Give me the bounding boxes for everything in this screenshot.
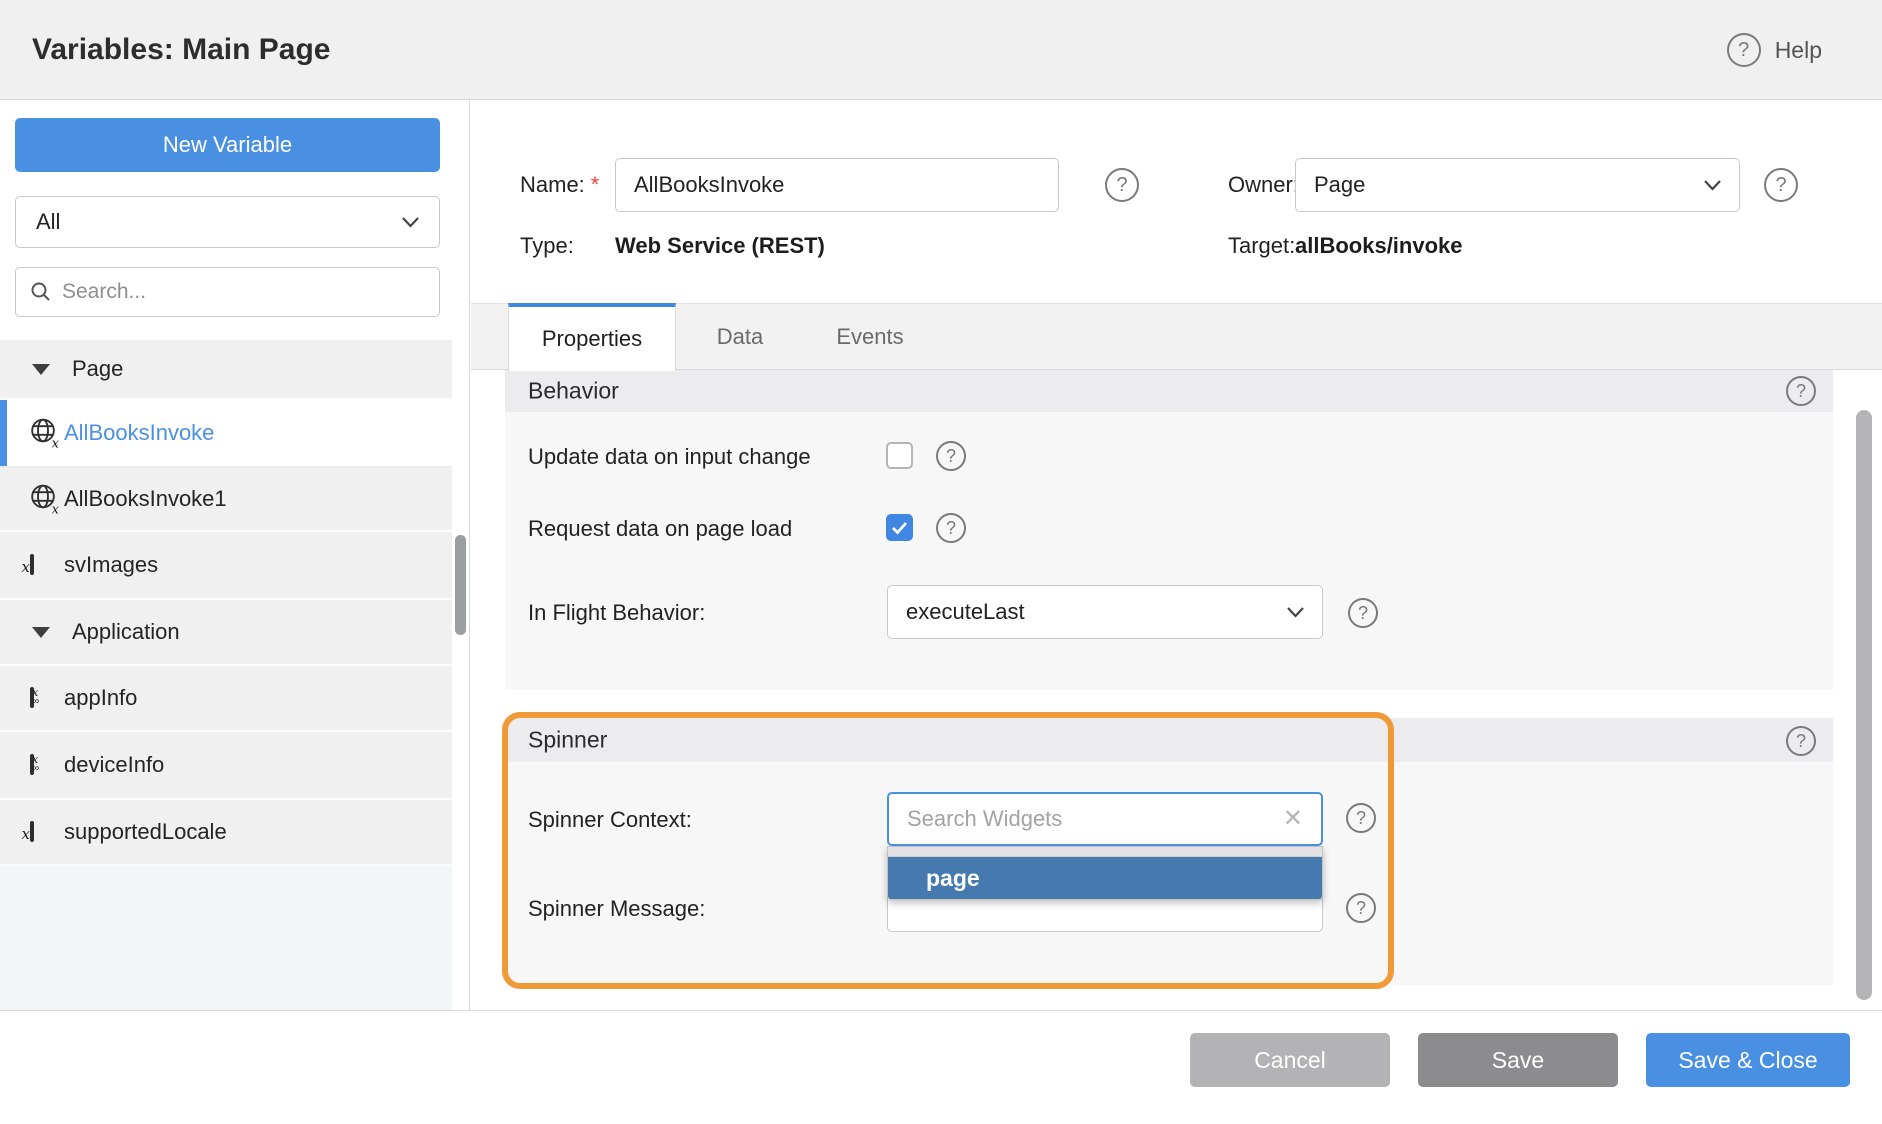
tree-item-svimages[interactable]: x svImages	[0, 532, 452, 600]
owner-value: Page	[1314, 172, 1365, 198]
collapse-arrow-icon[interactable]	[32, 627, 50, 638]
update-data-checkbox[interactable]	[886, 442, 913, 469]
inflight-help-icon[interactable]: ?	[1348, 598, 1378, 628]
spinner-section-help-icon[interactable]: ?	[1786, 726, 1816, 756]
variable-search-box[interactable]	[15, 267, 440, 317]
name-input[interactable]	[615, 158, 1059, 212]
search-icon	[30, 281, 52, 303]
page-title: Variables: Main Page	[32, 0, 330, 100]
footer-bar: Cancel Save Save & Close	[0, 1010, 1882, 1124]
spinner-section-title: Spinner	[528, 727, 607, 754]
title-bar: Variables: Main Page ? Help	[0, 0, 1882, 100]
spinner-context-input[interactable]: ✕	[887, 792, 1323, 846]
spinner-section-header: Spinner	[505, 718, 1833, 762]
tree-item-label: AllBooksInvoke1	[64, 486, 227, 512]
variables-sidebar: New Variable All Page x A	[0, 100, 470, 1010]
target-value: allBooks/invoke	[1295, 233, 1463, 259]
owner-help-icon[interactable]: ?	[1764, 168, 1798, 202]
required-asterisk: *	[591, 172, 600, 197]
behavior-section-help-icon[interactable]: ?	[1786, 376, 1816, 406]
dropdown-empty-option[interactable]	[888, 847, 1322, 857]
tree-item-allbooksinvoke[interactable]: x AllBooksInvoke	[0, 400, 452, 468]
tree-item-label: appInfo	[64, 685, 137, 711]
tree-item-deviceinfo[interactable]: x∞ deviceInfo	[0, 732, 452, 800]
cancel-button[interactable]: Cancel	[1190, 1033, 1390, 1087]
collapse-arrow-icon[interactable]	[32, 364, 50, 375]
request-data-help-icon[interactable]: ?	[936, 513, 966, 543]
tree-item-label: AllBooksInvoke	[64, 420, 214, 446]
chevron-down-icon	[402, 217, 419, 228]
web-service-globe-icon: x	[30, 418, 56, 449]
selected-indicator	[0, 400, 7, 466]
image-variable-icon: x	[30, 556, 34, 574]
spinner-message-help-icon[interactable]: ?	[1346, 893, 1376, 923]
tree-item-label: supportedLocale	[64, 819, 227, 845]
behavior-section-header: Behavior	[505, 370, 1833, 412]
sidebar-scrollbar[interactable]	[455, 535, 466, 635]
spinner-context-label: Spinner Context:	[528, 807, 692, 833]
inflight-dropdown[interactable]: executeLast	[887, 585, 1323, 639]
new-variable-button[interactable]: New Variable	[15, 118, 440, 172]
save-and-close-button[interactable]: Save & Close	[1646, 1033, 1850, 1087]
spinner-context-help-icon[interactable]: ?	[1346, 803, 1376, 833]
owner-dropdown[interactable]: Page	[1295, 158, 1740, 212]
main-scrollbar[interactable]	[1856, 410, 1872, 1000]
sidebar-empty-area	[0, 866, 452, 1010]
spinner-context-dropdown: page	[887, 846, 1323, 900]
search-input[interactable]	[62, 280, 392, 304]
inflight-label: In Flight Behavior:	[528, 600, 705, 626]
chevron-down-icon	[1704, 180, 1721, 191]
web-service-globe-icon: x	[30, 484, 56, 515]
data-object-icon: x∞	[30, 689, 34, 707]
type-value: Web Service (REST)	[615, 233, 825, 259]
save-button[interactable]: Save	[1418, 1033, 1618, 1087]
tab-events[interactable]: Events	[804, 303, 936, 370]
type-label: Type:	[520, 233, 574, 259]
help-label: Help	[1775, 37, 1822, 64]
spinner-message-label: Spinner Message:	[528, 896, 705, 922]
tree-group-application[interactable]: Application	[0, 600, 452, 666]
checkmark-icon	[891, 521, 908, 535]
help-icon[interactable]: ?	[1727, 33, 1761, 67]
filter-value: All	[36, 209, 60, 235]
behavior-section-title: Behavior	[528, 378, 619, 405]
request-data-label: Request data on page load	[528, 516, 792, 542]
target-label: Target:	[1228, 233, 1295, 259]
tree-item-appinfo[interactable]: x∞ appInfo	[0, 666, 452, 732]
tree-group-page[interactable]: Page	[0, 340, 452, 400]
name-label: Name:*	[520, 172, 599, 198]
tree-item-label: deviceInfo	[64, 752, 164, 778]
data-object-icon: x∞	[30, 756, 34, 774]
variable-filter-dropdown[interactable]: All	[15, 196, 440, 248]
tab-data[interactable]: Data	[676, 303, 804, 370]
help-button[interactable]: ? Help	[1727, 0, 1822, 100]
clear-icon[interactable]: ✕	[1283, 807, 1303, 831]
tree-item-allbooksinvoke1[interactable]: x AllBooksInvoke1	[0, 468, 452, 532]
request-data-checkbox[interactable]	[886, 514, 913, 541]
dropdown-option-page[interactable]: page	[888, 857, 1322, 899]
tree-group-label: Application	[72, 619, 180, 645]
name-help-icon[interactable]: ?	[1105, 168, 1139, 202]
spinner-context-search[interactable]	[907, 806, 1257, 832]
update-data-label: Update data on input change	[528, 444, 811, 470]
variables-editor-window: Variables: Main Page ? Help New Variable…	[0, 0, 1882, 1124]
chevron-down-icon	[1287, 607, 1304, 618]
tree-item-supportedlocale[interactable]: x supportedLocale	[0, 800, 452, 866]
tree-item-label: svImages	[64, 552, 158, 578]
tab-properties[interactable]: Properties	[508, 303, 676, 371]
tree-group-label: Page	[72, 356, 123, 382]
image-variable-icon: x	[30, 823, 34, 841]
inflight-value: executeLast	[906, 599, 1025, 625]
update-data-help-icon[interactable]: ?	[936, 441, 966, 471]
